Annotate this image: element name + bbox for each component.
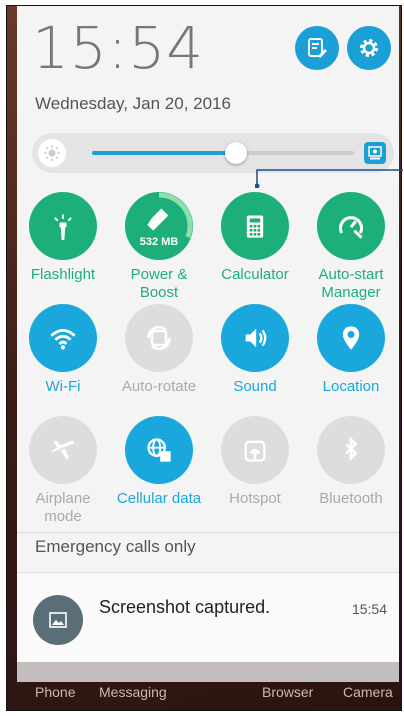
tile-power-boost[interactable]: 532 MB Power & Boost <box>111 192 207 302</box>
dock-camera[interactable]: Camera <box>343 684 393 700</box>
tile-auto-rotate[interactable]: Auto-rotate <box>111 304 207 396</box>
flashlight-icon <box>54 214 72 240</box>
brightness-slider[interactable] <box>32 133 394 173</box>
tile-label: Location <box>322 378 380 395</box>
tile-label: Cellular data <box>116 490 202 507</box>
tile-label: Wi-Fi <box>45 378 81 395</box>
location-icon <box>342 326 360 350</box>
tile-toggle[interactable] <box>125 416 193 484</box>
auto-start-icon <box>338 216 364 239</box>
tile-bluetooth[interactable]: Bluetooth <box>303 416 399 508</box>
tile-toggle[interactable] <box>29 304 97 372</box>
calculator-icon <box>246 215 264 238</box>
tile-label: Auto-rotate <box>121 378 197 395</box>
tile-label: Sound <box>233 378 277 395</box>
tile-toggle[interactable] <box>221 192 289 260</box>
tile-location[interactable]: Location <box>303 304 399 396</box>
tile-toggle[interactable] <box>317 416 385 484</box>
tile-flashlight[interactable]: Flashlight <box>15 192 111 284</box>
bluetooth-icon <box>345 436 358 462</box>
edit-button[interactable] <box>295 26 339 70</box>
annotation-pointer <box>255 169 403 188</box>
hotspot-icon <box>244 440 266 462</box>
tile-label: Calculator <box>221 266 289 283</box>
tile-toggle[interactable] <box>29 192 97 260</box>
tile-toggle[interactable] <box>317 304 385 372</box>
notification-title: Screenshot captured. <box>99 597 271 617</box>
tile-toggle[interactable] <box>221 416 289 484</box>
tile-toggle[interactable] <box>221 304 289 372</box>
notification-card[interactable]: Screenshot captured. 15:54 <box>17 572 399 662</box>
tile-cellular-data[interactable]: Cellular data <box>111 416 207 508</box>
tile-wi-fi[interactable]: Wi-Fi <box>15 304 111 396</box>
image-icon <box>33 595 83 645</box>
tile-airplane-mode[interactable]: Airplane mode <box>15 416 111 526</box>
tile-toggle[interactable] <box>29 416 97 484</box>
rotate-icon <box>147 325 171 351</box>
tile-toggle[interactable] <box>125 304 193 372</box>
settings-button[interactable] <box>347 26 391 70</box>
tile-toggle[interactable]: 532 MB <box>125 192 193 260</box>
settings-gear-icon <box>360 39 378 57</box>
brightness-fill <box>92 151 237 155</box>
tile-toggle[interactable] <box>317 192 385 260</box>
carrier-status: Emergency calls only <box>35 537 196 556</box>
tile-sound[interactable]: Sound <box>207 304 303 396</box>
tile-label: Hotspot <box>229 490 281 507</box>
tile-label: Bluetooth <box>319 490 383 507</box>
quick-settings-panel: 15:54 Wednesday, Jan 20, 2016 Flashlight… <box>17 6 399 572</box>
auto-brightness-icon[interactable] <box>364 142 386 164</box>
sound-icon <box>245 328 267 348</box>
memory-ring <box>125 192 193 260</box>
brightness-thumb[interactable] <box>225 142 248 164</box>
tile-label: Flashlight <box>30 266 96 283</box>
dock-browser[interactable]: Browser <box>262 684 313 700</box>
home-dock: Phone Messaging Browser Camera <box>7 680 401 706</box>
divider <box>17 532 399 533</box>
dock-phone[interactable]: Phone <box>35 684 75 700</box>
tile-hotspot[interactable]: Hotspot <box>207 416 303 508</box>
brightness-low-icon <box>38 139 66 167</box>
cellular-icon <box>147 438 171 462</box>
clock: 15:54 <box>32 14 205 82</box>
edit-notes-icon <box>308 38 327 58</box>
tile-label: Power & Boost <box>130 266 188 301</box>
wifi-icon <box>50 329 76 350</box>
phone-screen: 15:54 Wednesday, Jan 20, 2016 Flashlight… <box>6 5 402 711</box>
tile-label: Airplane mode <box>35 490 91 525</box>
airplane-icon <box>51 440 75 460</box>
tile-auto-start-manager[interactable]: Auto-start Manager <box>303 192 399 302</box>
dock-messaging[interactable]: Messaging <box>99 684 167 700</box>
notification-time: 15:54 <box>351 601 387 617</box>
memory-badge: 532 MB <box>139 236 179 248</box>
tile-label: Auto-start Manager <box>318 266 384 301</box>
date: Wednesday, Jan 20, 2016 <box>35 94 231 113</box>
stacked-notification-edge <box>17 662 399 682</box>
tile-calculator[interactable]: Calculator <box>207 192 303 284</box>
